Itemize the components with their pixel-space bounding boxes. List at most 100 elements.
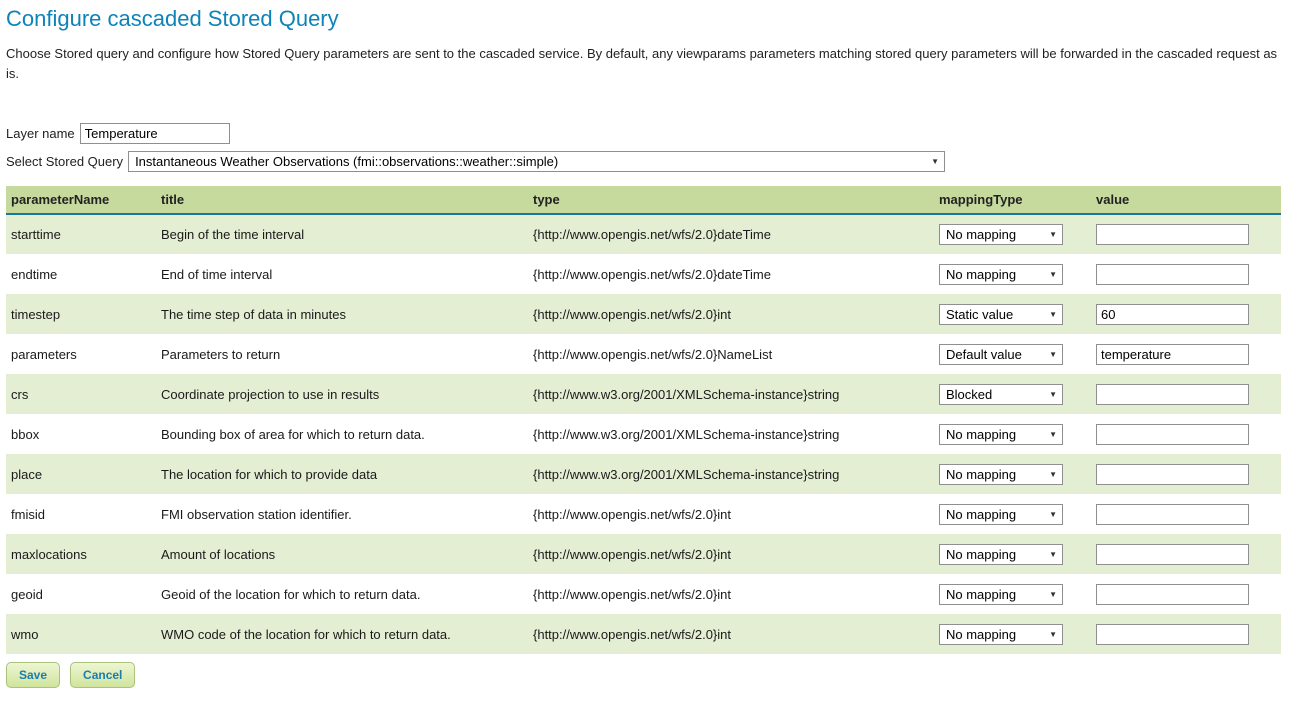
mapping-type-selected-value: Default value: [946, 347, 1022, 362]
value-input[interactable]: [1096, 584, 1249, 605]
mapping-type-cell: No mapping ▼: [934, 214, 1091, 254]
param-title-cell: Coordinate projection to use in results: [156, 374, 528, 414]
mapping-type-selected-value: No mapping: [946, 547, 1016, 562]
chevron-down-icon: ▼: [1049, 350, 1057, 359]
chevron-down-icon: ▼: [1049, 310, 1057, 319]
value-cell: [1091, 374, 1281, 414]
stored-query-select[interactable]: Instantaneous Weather Observations (fmi:…: [128, 151, 945, 172]
table-row: place The location for which to provide …: [6, 454, 1281, 494]
value-input[interactable]: [1096, 464, 1249, 485]
param-type-cell: {http://www.opengis.net/wfs/2.0}int: [528, 494, 934, 534]
chevron-down-icon: ▼: [1049, 630, 1057, 639]
value-cell: [1091, 454, 1281, 494]
table-row: bbox Bounding box of area for which to r…: [6, 414, 1281, 454]
stored-query-label: Select Stored Query: [6, 154, 123, 169]
mapping-type-select[interactable]: Blocked ▼: [939, 384, 1063, 405]
mapping-type-select[interactable]: No mapping ▼: [939, 264, 1063, 285]
param-title-cell: Begin of the time interval: [156, 214, 528, 254]
param-title-cell: Parameters to return: [156, 334, 528, 374]
param-name-cell: maxlocations: [6, 534, 156, 574]
param-name-cell: crs: [6, 374, 156, 414]
column-header-type: type: [528, 186, 934, 214]
mapping-type-cell: No mapping ▼: [934, 414, 1091, 454]
param-title-cell: Amount of locations: [156, 534, 528, 574]
mapping-type-select[interactable]: No mapping ▼: [939, 544, 1063, 565]
mapping-type-select[interactable]: Default value ▼: [939, 344, 1063, 365]
param-title-cell: End of time interval: [156, 254, 528, 294]
stored-query-row: Select Stored Query Instantaneous Weathe…: [6, 151, 1281, 172]
value-cell: [1091, 574, 1281, 614]
save-button[interactable]: Save: [6, 662, 60, 688]
table-row: parameters Parameters to return {http://…: [6, 334, 1281, 374]
chevron-down-icon: ▼: [1049, 230, 1057, 239]
param-name-cell: endtime: [6, 254, 156, 294]
chevron-down-icon: ▼: [931, 157, 939, 166]
mapping-type-select[interactable]: No mapping ▼: [939, 224, 1063, 245]
value-input[interactable]: [1096, 344, 1249, 365]
param-title-cell: Geoid of the location for which to retur…: [156, 574, 528, 614]
mapping-type-select[interactable]: Static value ▼: [939, 304, 1063, 325]
value-input[interactable]: [1096, 624, 1249, 645]
param-title-cell: FMI observation station identifier.: [156, 494, 528, 534]
chevron-down-icon: ▼: [1049, 270, 1057, 279]
mapping-type-cell: Static value ▼: [934, 294, 1091, 334]
column-header-mappingtype: mappingType: [934, 186, 1091, 214]
value-cell: [1091, 214, 1281, 254]
value-cell: [1091, 614, 1281, 654]
value-input[interactable]: [1096, 384, 1249, 405]
param-title-cell: The time step of data in minutes: [156, 294, 528, 334]
mapping-type-cell: No mapping ▼: [934, 574, 1091, 614]
cancel-button[interactable]: Cancel: [70, 662, 135, 688]
param-type-cell: {http://www.opengis.net/wfs/2.0}int: [528, 294, 934, 334]
layer-name-row: Layer name: [6, 123, 1281, 144]
layer-name-input[interactable]: [80, 123, 230, 144]
table-row: timestep The time step of data in minute…: [6, 294, 1281, 334]
mapping-type-selected-value: No mapping: [946, 267, 1016, 282]
mapping-type-cell: Default value ▼: [934, 334, 1091, 374]
value-input[interactable]: [1096, 504, 1249, 525]
value-cell: [1091, 334, 1281, 374]
mapping-type-selected-value: No mapping: [946, 427, 1016, 442]
param-name-cell: timestep: [6, 294, 156, 334]
value-input[interactable]: [1096, 304, 1249, 325]
mapping-type-selected-value: No mapping: [946, 587, 1016, 602]
param-name-cell: parameters: [6, 334, 156, 374]
chevron-down-icon: ▼: [1049, 390, 1057, 399]
mapping-type-select[interactable]: No mapping ▼: [939, 584, 1063, 605]
mapping-type-select[interactable]: No mapping ▼: [939, 424, 1063, 445]
mapping-type-select[interactable]: No mapping ▼: [939, 504, 1063, 525]
table-row: maxlocations Amount of locations {http:/…: [6, 534, 1281, 574]
param-name-cell: fmisid: [6, 494, 156, 534]
value-cell: [1091, 534, 1281, 574]
table-row: crs Coordinate projection to use in resu…: [6, 374, 1281, 414]
chevron-down-icon: ▼: [1049, 430, 1057, 439]
mapping-type-selected-value: Static value: [946, 307, 1013, 322]
layer-name-label: Layer name: [6, 126, 75, 141]
value-cell: [1091, 414, 1281, 454]
chevron-down-icon: ▼: [1049, 510, 1057, 519]
table-row: endtime End of time interval {http://www…: [6, 254, 1281, 294]
param-type-cell: {http://www.opengis.net/wfs/2.0}dateTime: [528, 214, 934, 254]
param-type-cell: {http://www.w3.org/2001/XMLSchema-instan…: [528, 414, 934, 454]
value-input[interactable]: [1096, 424, 1249, 445]
param-name-cell: wmo: [6, 614, 156, 654]
parameter-mapping-table: parameterName title type mappingType val…: [6, 186, 1281, 654]
param-type-cell: {http://www.w3.org/2001/XMLSchema-instan…: [528, 374, 934, 414]
page-title: Configure cascaded Stored Query: [6, 6, 1281, 32]
param-type-cell: {http://www.opengis.net/wfs/2.0}int: [528, 574, 934, 614]
value-input[interactable]: [1096, 264, 1249, 285]
table-header-row: parameterName title type mappingType val…: [6, 186, 1281, 214]
param-type-cell: {http://www.opengis.net/wfs/2.0}int: [528, 534, 934, 574]
chevron-down-icon: ▼: [1049, 550, 1057, 559]
mapping-type-cell: No mapping ▼: [934, 254, 1091, 294]
mapping-type-cell: Blocked ▼: [934, 374, 1091, 414]
value-input[interactable]: [1096, 224, 1249, 245]
param-title-cell: The location for which to provide data: [156, 454, 528, 494]
param-title-cell: Bounding box of area for which to return…: [156, 414, 528, 454]
param-name-cell: bbox: [6, 414, 156, 454]
param-name-cell: starttime: [6, 214, 156, 254]
configure-cascaded-stored-query-page: Configure cascaded Stored Query Choose S…: [0, 0, 1289, 708]
value-input[interactable]: [1096, 544, 1249, 565]
mapping-type-select[interactable]: No mapping ▼: [939, 464, 1063, 485]
mapping-type-select[interactable]: No mapping ▼: [939, 624, 1063, 645]
